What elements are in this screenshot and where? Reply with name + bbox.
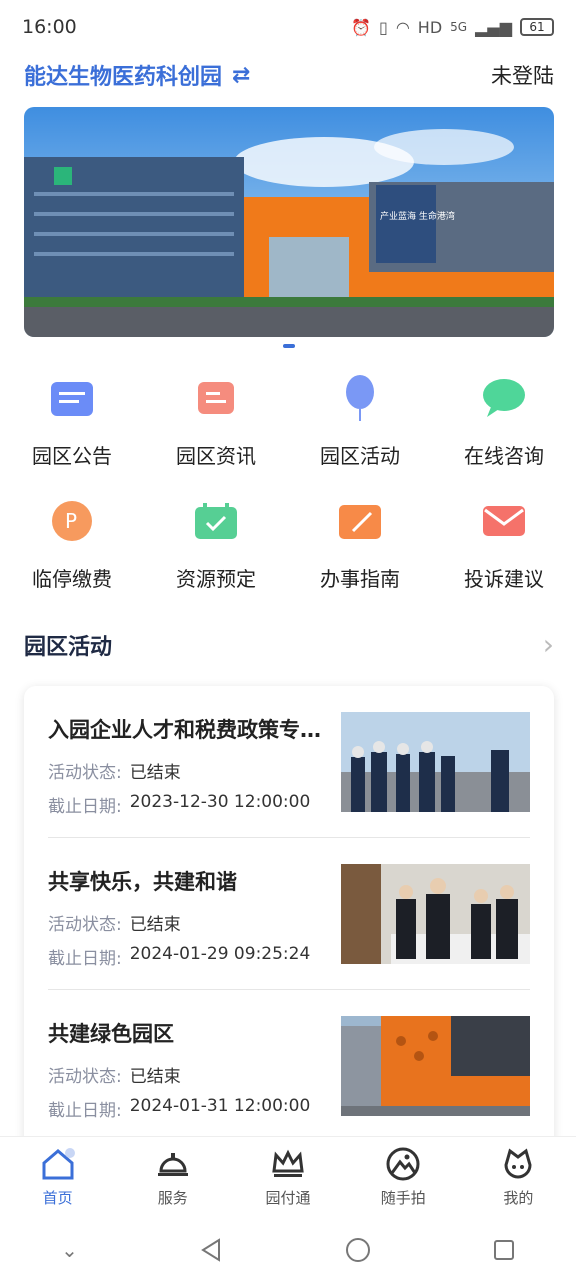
crown-icon [272, 1149, 304, 1177]
activity-section-header: 园区活动 › [24, 628, 554, 661]
chat-icon [476, 370, 532, 426]
status-bar: 16:00 ⏰ ▯ ◠ HD 5G ▂▄▆ 61 [0, 0, 576, 54]
news-icon [188, 370, 244, 426]
list-item[interactable]: 入园企业人才和税费政策专… 活动状态: 已结束 截止日期: 2023-12-30… [48, 686, 530, 838]
system-nav-bar: ⌄ [0, 1220, 576, 1280]
tab-payment[interactable]: 园付通 [230, 1137, 345, 1220]
svg-text:P: P [65, 509, 77, 533]
notice-icon [44, 370, 100, 426]
list-item[interactable]: 共享快乐，共建和谐 活动状态: 已结束 截止日期: 2024-01-29 09:… [48, 838, 530, 990]
activity-thumbnail [341, 864, 530, 964]
network-type: HD [417, 17, 443, 37]
status-label: 活动状态: [48, 915, 122, 935]
activity-status-row: 活动状态: 已结束 [48, 1062, 181, 1087]
banner-sign-text: 产业蓝海 生命港湾 [380, 210, 455, 222]
parking-icon: P [44, 493, 100, 549]
tab-label: 服务 [157, 1189, 188, 1207]
activity-status-row: 活动状态: 已结束 [48, 758, 181, 783]
grid-label: 园区活动 [320, 444, 400, 468]
tab-label: 随手拍 [380, 1189, 426, 1207]
park-name: 能达生物医药科创园 [24, 65, 223, 90]
activity-date-row: 截止日期: 2023-12-30 12:00:00 [48, 792, 310, 817]
activity-title: 共建绿色园区 [48, 1022, 174, 1046]
status-label: 活动状态: [48, 763, 122, 783]
tab-label: 我的 [503, 1189, 534, 1207]
activity-thumbnail [341, 712, 530, 812]
photo-icon [386, 1147, 420, 1181]
section-title: 园区活动 [24, 634, 113, 660]
date-label: 截止日期: [48, 1101, 122, 1121]
banner-carousel[interactable]: 产业蓝海 生命港湾 [24, 107, 554, 337]
bottom-tab-bar: 首页 服务 园付通 随手拍 我的 [0, 1136, 576, 1220]
vibrate-icon: ▯ [379, 17, 388, 37]
activity-status-row: 活动状态: 已结束 [48, 910, 181, 935]
calendar-icon [188, 493, 244, 549]
activity-title: 入园企业人才和税费政策专… [48, 718, 321, 742]
activity-title: 共享快乐，共建和谐 [48, 870, 237, 894]
app-header: 能达生物医药科创园 ⇄ 未登陆 [0, 54, 576, 96]
grid-label: 园区资讯 [176, 444, 256, 468]
swap-icon: ⇄ [232, 62, 251, 88]
grid-label: 投诉建议 [464, 567, 544, 591]
grid-label: 园区公告 [32, 444, 112, 468]
guide-icon [332, 493, 388, 549]
status-icons: ⏰ ▯ ◠ HD 5G ▂▄▆ 61 [351, 18, 554, 37]
status-value: 已结束 [129, 763, 181, 783]
banner-image: 产业蓝海 生命港湾 [24, 107, 554, 337]
grid-label: 临停缴费 [32, 567, 112, 591]
grid-item-activity[interactable]: 园区活动 [288, 370, 432, 469]
battery-icon: 61 [520, 18, 554, 36]
tab-mine[interactable]: 我的 [461, 1137, 576, 1220]
grid-label: 资源预定 [176, 567, 256, 591]
date-value: 2023-12-30 12:00:00 [129, 792, 311, 812]
chevron-down-icon[interactable]: ⌄ [61, 1238, 78, 1262]
status-label: 活动状态: [48, 1067, 122, 1087]
grid-item-booking[interactable]: 资源预定 [144, 493, 288, 592]
park-selector[interactable]: 能达生物医药科创园 ⇄ [24, 59, 250, 91]
login-link[interactable]: 未登陆 [491, 60, 554, 90]
balloon-icon [332, 370, 388, 426]
date-label: 截止日期: [48, 949, 122, 969]
date-label: 截止日期: [48, 797, 122, 817]
grid-item-notice[interactable]: 园区公告 [0, 370, 144, 469]
mail-icon [476, 493, 532, 549]
feature-grid: 园区公告 园区资讯 园区活动 在线咨询 P 临停缴费 资源预定 办事指南 投诉建… [0, 370, 576, 592]
tab-service[interactable]: 服务 [115, 1137, 230, 1220]
signal-icon: ▂▄▆ [475, 17, 512, 37]
back-icon[interactable] [200, 1238, 222, 1262]
activity-thumbnail [341, 1016, 530, 1116]
tab-label: 园付通 [265, 1189, 311, 1207]
recent-apps-icon[interactable] [493, 1239, 515, 1261]
status-value: 已结束 [129, 1067, 181, 1087]
status-value: 已结束 [129, 915, 181, 935]
profile-icon [504, 1148, 532, 1179]
grid-label: 在线咨询 [464, 444, 544, 468]
signal-type: 5G [450, 20, 468, 34]
grid-item-parking[interactable]: P 临停缴费 [0, 493, 144, 592]
date-value: 2024-01-31 12:00:00 [129, 1096, 311, 1116]
chevron-right-icon[interactable]: › [543, 628, 554, 661]
home-circle-icon[interactable] [345, 1237, 371, 1263]
grid-item-consult[interactable]: 在线咨询 [432, 370, 576, 469]
activity-list: 入园企业人才和税费政策专… 活动状态: 已结束 截止日期: 2023-12-30… [24, 686, 554, 1166]
grid-item-complaint[interactable]: 投诉建议 [432, 493, 576, 592]
carousel-indicator [283, 344, 295, 348]
grid-label: 办事指南 [320, 567, 400, 591]
tab-home[interactable]: 首页 [0, 1137, 115, 1220]
wifi-icon: ◠ [395, 17, 410, 37]
status-time: 16:00 [22, 16, 77, 38]
alarm-icon: ⏰ [351, 17, 371, 37]
tab-snapshot[interactable]: 随手拍 [346, 1137, 461, 1220]
date-value: 2024-01-29 09:25:24 [129, 944, 311, 964]
activity-date-row: 截止日期: 2024-01-29 09:25:24 [48, 944, 310, 969]
activity-date-row: 截止日期: 2024-01-31 12:00:00 [48, 1096, 310, 1121]
service-bell-icon [157, 1153, 188, 1176]
list-item[interactable]: 共建绿色园区 活动状态: 已结束 截止日期: 2024-01-31 12:00:… [48, 990, 530, 1142]
tab-label: 首页 [42, 1189, 73, 1207]
home-icon [42, 1148, 75, 1180]
grid-item-news[interactable]: 园区资讯 [144, 370, 288, 469]
grid-item-guide[interactable]: 办事指南 [288, 493, 432, 592]
